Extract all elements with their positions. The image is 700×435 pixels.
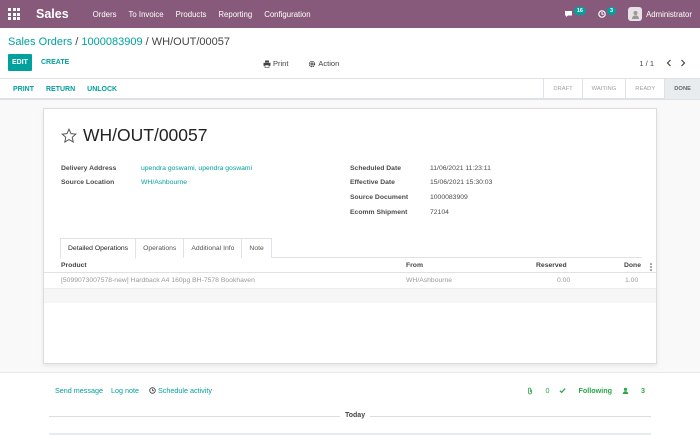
- chat-icon: [564, 11, 572, 17]
- action-label: Action: [318, 59, 340, 68]
- menu-to-invoice[interactable]: To Invoice: [129, 10, 164, 19]
- print-icon: [263, 60, 271, 68]
- effective-date-label: Effective Date: [350, 179, 395, 186]
- chevron-right-icon: [681, 59, 686, 67]
- schedule-activity-button[interactable]: Schedule activity: [149, 386, 212, 395]
- avatar-icon[interactable]: [628, 7, 643, 21]
- main-menu: Orders To Invoice Products Reporting Con…: [93, 10, 323, 19]
- breadcrumb-separator: /: [75, 36, 79, 48]
- ecomm-shipment-label: Ecomm Shipment: [350, 209, 408, 216]
- return-button[interactable]: RETURN: [46, 86, 75, 93]
- operations-table: Product From Reserved Done [509907300757…: [44, 259, 656, 303]
- gear-icon: [309, 60, 316, 67]
- tab-additional-info[interactable]: Additional Info: [183, 238, 243, 258]
- chatter: Send message Log note Schedule activity …: [0, 372, 700, 435]
- source-location-value[interactable]: WH/Ashbourne: [141, 179, 187, 186]
- pager-previous-button[interactable]: [662, 57, 676, 69]
- table-footer: [44, 289, 656, 303]
- tab-detailed-operations[interactable]: Detailed Operations: [60, 238, 137, 259]
- notebook-tabs: Detailed Operations Operations Additiona…: [60, 238, 642, 259]
- chevron-left-icon: [666, 59, 671, 67]
- unlock-button[interactable]: UNLOCK: [87, 86, 117, 93]
- breadcrumb: Sales Orders / 1000083909 / WH/OUT/00057: [8, 36, 230, 48]
- breadcrumb-sales-orders[interactable]: Sales Orders: [8, 36, 72, 48]
- menu-configuration[interactable]: Configuration: [264, 10, 310, 19]
- form-sheet: WH/OUT/00057 Delivery Address upendra go…: [43, 108, 657, 364]
- check-icon: [559, 388, 567, 394]
- source-location-label: Source Location: [61, 179, 115, 186]
- menu-orders[interactable]: Orders: [93, 10, 117, 19]
- print-button[interactable]: PRINT: [13, 86, 34, 93]
- followers-button[interactable]: 3: [622, 386, 645, 395]
- print-dropdown[interactable]: Print: [263, 59, 298, 68]
- tab-operations[interactable]: Operations: [135, 238, 185, 258]
- messages-count-badge: 16: [573, 7, 586, 15]
- breadcrumb-current: WH/OUT/00057: [151, 36, 231, 48]
- effective-date-value: 15/06/2021 15:30:03: [430, 179, 493, 186]
- stage-draft: DRAFT: [543, 79, 581, 99]
- menu-products[interactable]: Products: [176, 10, 207, 19]
- schedule-activity-label: Schedule activity: [158, 386, 212, 395]
- user-icon: [622, 387, 629, 394]
- statusbar: PRINT RETURN UNLOCK DRAFT WAITING READY …: [0, 78, 700, 99]
- top-navbar: Sales Orders To Invoice Products Reporti…: [0, 0, 700, 28]
- ecomm-shipment-value: 72104: [430, 209, 449, 216]
- attachments-count: 0: [545, 386, 550, 395]
- table-header: Product From Reserved Done: [44, 259, 656, 273]
- column-reserved[interactable]: Reserved: [536, 262, 567, 269]
- print-label: Print: [273, 59, 289, 68]
- scheduled-date-value: 11/06/2021 11:23:11: [430, 165, 491, 172]
- row-reserved: 0.00: [557, 277, 571, 284]
- followers-count: 3: [641, 386, 645, 395]
- clock-icon: [149, 387, 156, 394]
- attachments-button[interactable]: 0: [527, 386, 549, 395]
- app-name[interactable]: Sales: [36, 7, 69, 21]
- breadcrumb-separator: /: [145, 36, 149, 48]
- following-button[interactable]: Following: [559, 386, 612, 395]
- column-from[interactable]: From: [406, 262, 423, 269]
- following-label: Following: [578, 386, 612, 395]
- apps-grid-icon[interactable]: [8, 8, 20, 20]
- source-document-value: 1000083909: [430, 194, 468, 201]
- column-done[interactable]: Done: [624, 262, 641, 269]
- clock-icon: [598, 10, 606, 18]
- messages-button[interactable]: 16: [564, 7, 586, 18]
- pager-next-button[interactable]: [676, 57, 690, 69]
- delivery-address-label: Delivery Address: [61, 165, 117, 172]
- column-options-icon[interactable]: [650, 263, 652, 271]
- record-title: WH/OUT/00057: [83, 125, 208, 145]
- create-button[interactable]: CREATE: [41, 59, 69, 66]
- edit-button[interactable]: EDIT: [8, 54, 32, 71]
- send-message-button[interactable]: Send message: [55, 386, 103, 395]
- stage-pipeline: DRAFT WAITING READY DONE: [543, 79, 700, 99]
- activities-count-badge: 3: [607, 7, 617, 15]
- stage-ready: READY: [625, 79, 664, 99]
- today-label: Today: [340, 412, 371, 419]
- delivery-address-value[interactable]: upendra goswami, upendra goswami: [141, 165, 252, 172]
- star-icon[interactable]: [61, 127, 77, 144]
- row-from: WH/Ashbourne: [406, 277, 453, 284]
- menu-reporting[interactable]: Reporting: [218, 10, 252, 19]
- row-product: [5099073007578-new] Hardback A4 160pg BH…: [61, 277, 255, 284]
- log-note-button[interactable]: Log note: [111, 386, 139, 395]
- record-title-row: WH/OUT/00057: [61, 125, 207, 146]
- tab-note[interactable]: Note: [241, 238, 272, 258]
- row-done: 1.00: [625, 277, 639, 284]
- stage-done: DONE: [664, 79, 700, 99]
- column-product[interactable]: Product: [61, 262, 87, 269]
- scheduled-date-label: Scheduled Date: [350, 165, 401, 172]
- action-dropdown[interactable]: Action: [308, 59, 349, 68]
- source-document-label: Source Document: [350, 194, 409, 201]
- table-row[interactable]: [5099073007578-new] Hardback A4 160pg BH…: [44, 273, 656, 289]
- pager-value[interactable]: 1 / 1: [639, 59, 654, 68]
- activities-button[interactable]: 3: [598, 7, 617, 18]
- paperclip-icon: [528, 387, 533, 394]
- user-menu[interactable]: Administrator: [646, 10, 692, 19]
- breadcrumb-order[interactable]: 1000083909: [81, 36, 142, 48]
- stage-waiting: WAITING: [581, 79, 626, 99]
